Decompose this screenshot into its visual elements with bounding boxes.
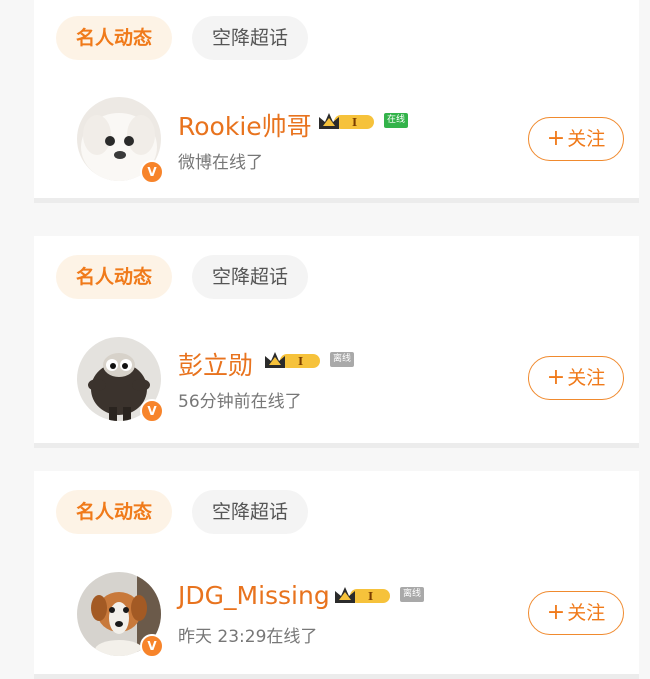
tab-bar-3: 名人动态 空降超话: [56, 490, 309, 534]
plus-icon: +: [546, 365, 566, 390]
svg-text:I: I: [298, 355, 303, 368]
tab-celebrity-news[interactable]: 名人动态: [56, 16, 173, 60]
tab-supertopic[interactable]: 空降超话: [192, 490, 309, 534]
last-online-text: 56分钟前在线了: [178, 392, 302, 412]
last-online-text: 昨天 23:29在线了: [178, 627, 318, 647]
follow-button[interactable]: + 关注: [528, 356, 624, 400]
username[interactable]: Rookie帅哥: [178, 107, 312, 143]
username[interactable]: 彭立勋: [178, 346, 253, 382]
follow-button[interactable]: + 关注: [528, 591, 624, 635]
verified-badge: V: [140, 634, 164, 658]
last-online-text: 微博在线了: [178, 153, 263, 173]
svg-text:I: I: [352, 116, 357, 129]
verified-badge: V: [140, 160, 164, 184]
username[interactable]: JDG_Missing: [178, 581, 330, 610]
offline-status-tag: 离线: [400, 587, 425, 602]
level-badge-icon: I: [335, 587, 390, 603]
tab-celebrity-news[interactable]: 名人动态: [56, 490, 173, 534]
tab-supertopic[interactable]: 空降超话: [192, 255, 309, 299]
offline-status-tag: 离线: [330, 352, 355, 367]
tab-supertopic[interactable]: 空降超话: [192, 16, 309, 60]
plus-icon: +: [546, 126, 566, 151]
tab-celebrity-news[interactable]: 名人动态: [56, 255, 173, 299]
level-badge-icon: I: [319, 113, 374, 129]
svg-text:I: I: [368, 590, 373, 603]
level-badge-icon: I: [265, 352, 320, 368]
plus-icon: +: [546, 600, 566, 625]
follow-button[interactable]: + 关注: [528, 117, 624, 161]
verified-badge: V: [140, 399, 164, 423]
tab-bar-1: 名人动态 空降超话: [56, 16, 309, 60]
online-status-tag: 在线: [384, 113, 409, 128]
tab-bar-2: 名人动态 空降超话: [56, 255, 309, 299]
